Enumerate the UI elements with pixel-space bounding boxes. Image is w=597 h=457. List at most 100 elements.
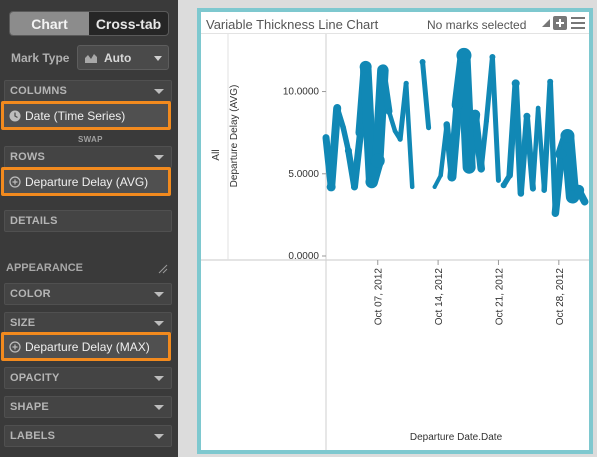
series-line-segment[interactable] (350, 129, 364, 191)
data-point[interactable] (581, 198, 588, 205)
data-point[interactable] (333, 104, 341, 112)
data-point[interactable] (496, 178, 501, 183)
chart-panel: Variable Thickness Line Chart No marks s… (197, 8, 593, 454)
data-point[interactable] (556, 149, 567, 160)
x-axis-label: Departure Date.Date (410, 432, 503, 443)
data-point[interactable] (378, 65, 388, 75)
data-point[interactable] (507, 172, 513, 178)
data-point[interactable] (366, 176, 378, 188)
data-point[interactable] (359, 60, 372, 73)
appearance-label: APPEARANCE (6, 262, 84, 274)
size-shelf[interactable]: SIZE (4, 312, 172, 334)
area-chart-icon (85, 53, 97, 63)
chevron-down-icon[interactable] (154, 292, 164, 297)
data-point[interactable] (351, 183, 358, 190)
data-point[interactable] (552, 210, 558, 216)
data-point[interactable] (511, 79, 520, 88)
crosstab-tab[interactable]: Cross-tab (89, 12, 168, 35)
data-point[interactable] (560, 128, 575, 143)
series-line-segment[interactable] (327, 104, 342, 191)
columns-pill-label: Date (Time Series) (25, 108, 126, 123)
data-point[interactable] (523, 112, 531, 120)
data-point[interactable] (489, 54, 496, 61)
chevron-down-icon (154, 56, 162, 61)
size-pill[interactable]: Departure Delay (MAX) (1, 332, 171, 361)
shape-shelf[interactable]: SHAPE (4, 396, 172, 418)
data-point[interactable] (410, 184, 415, 189)
series-line-segment[interactable] (478, 118, 489, 172)
data-point[interactable] (356, 128, 365, 137)
rows-shelf[interactable]: ROWS (4, 146, 172, 168)
data-point[interactable] (447, 173, 456, 182)
data-point[interactable] (323, 135, 329, 141)
data-point[interactable] (456, 47, 472, 63)
data-point[interactable] (478, 165, 485, 172)
data-point[interactable] (432, 184, 437, 189)
chevron-down-icon[interactable] (154, 405, 164, 410)
rows-pill-label: Departure Delay (AVG) (25, 174, 149, 189)
mark-type-value: Auto (104, 50, 132, 65)
data-point[interactable] (370, 153, 385, 168)
data-point[interactable] (426, 125, 431, 130)
data-point[interactable] (541, 187, 547, 193)
data-point[interactable] (574, 185, 584, 195)
chevron-down-icon[interactable] (154, 89, 164, 94)
data-point[interactable] (484, 119, 489, 124)
data-point[interactable] (500, 182, 507, 189)
chart-tab[interactable]: Chart (10, 12, 89, 35)
data-point[interactable] (386, 108, 392, 114)
data-point[interactable] (463, 161, 475, 173)
rows-pill[interactable]: Departure Delay (AVG) (1, 167, 171, 196)
chevron-down-icon[interactable] (154, 434, 164, 439)
labels-label: LABELS (10, 430, 56, 442)
columns-pill[interactable]: Date (Time Series) (1, 101, 171, 130)
data-point[interactable] (518, 191, 524, 197)
data-point[interactable] (344, 147, 352, 155)
chevron-down-icon[interactable] (154, 376, 164, 381)
details-shelf[interactable]: DETAILS (4, 210, 172, 232)
swap-button[interactable]: SWAP (78, 135, 103, 144)
color-shelf[interactable]: COLOR (4, 283, 172, 305)
series-line-segment[interactable] (560, 129, 580, 204)
shape-label: SHAPE (10, 401, 49, 413)
data-point[interactable] (403, 80, 409, 86)
columns-shelf[interactable]: COLUMNS (4, 80, 172, 102)
rows-label: ROWS (10, 151, 46, 163)
data-point[interactable] (392, 129, 397, 134)
y-tick-label: 5.0000 (288, 169, 319, 180)
x-tick-label: Oct 21, 2012 (494, 268, 505, 326)
data-point[interactable] (438, 173, 443, 178)
data-point[interactable] (530, 186, 536, 192)
series-line-segment[interactable] (551, 150, 566, 217)
data-point[interactable] (397, 136, 403, 142)
series-line-segment[interactable] (386, 109, 398, 134)
labels-shelf[interactable]: LABELS (4, 425, 172, 447)
clock-icon (9, 110, 21, 121)
columns-label: COLUMNS (10, 85, 68, 97)
chevron-down-icon[interactable] (154, 321, 164, 326)
sidebar: Chart Cross-tab Mark Type Auto COLUMNS D… (0, 0, 178, 457)
data-point[interactable] (547, 78, 554, 85)
data-point[interactable] (536, 106, 541, 110)
chart-area: All Departure Delay (AVG) Departure Date… (201, 34, 589, 450)
data-point[interactable] (326, 182, 336, 192)
data-point[interactable] (444, 121, 450, 127)
series-line-segment[interactable] (420, 59, 432, 131)
series-line-segment[interactable] (489, 54, 501, 183)
data-point[interactable] (452, 99, 463, 110)
data-point[interactable] (341, 125, 346, 130)
chevron-down-icon[interactable] (154, 155, 164, 160)
opacity-label: OPACITY (10, 372, 60, 384)
measure-icon (9, 175, 21, 188)
series-line-segment[interactable] (340, 124, 352, 154)
series-line-segment[interactable] (447, 100, 463, 182)
opacity-shelf[interactable]: OPACITY (4, 367, 172, 389)
mark-type-select[interactable]: Auto (77, 45, 169, 70)
data-point[interactable] (470, 110, 480, 120)
size-label: SIZE (10, 317, 36, 329)
x-tick-label: Oct 07, 2012 (374, 268, 385, 326)
measure-icon (9, 340, 21, 353)
series-line-segment[interactable] (403, 81, 415, 190)
resize-handle-icon[interactable] (158, 264, 168, 274)
data-point[interactable] (419, 58, 426, 65)
